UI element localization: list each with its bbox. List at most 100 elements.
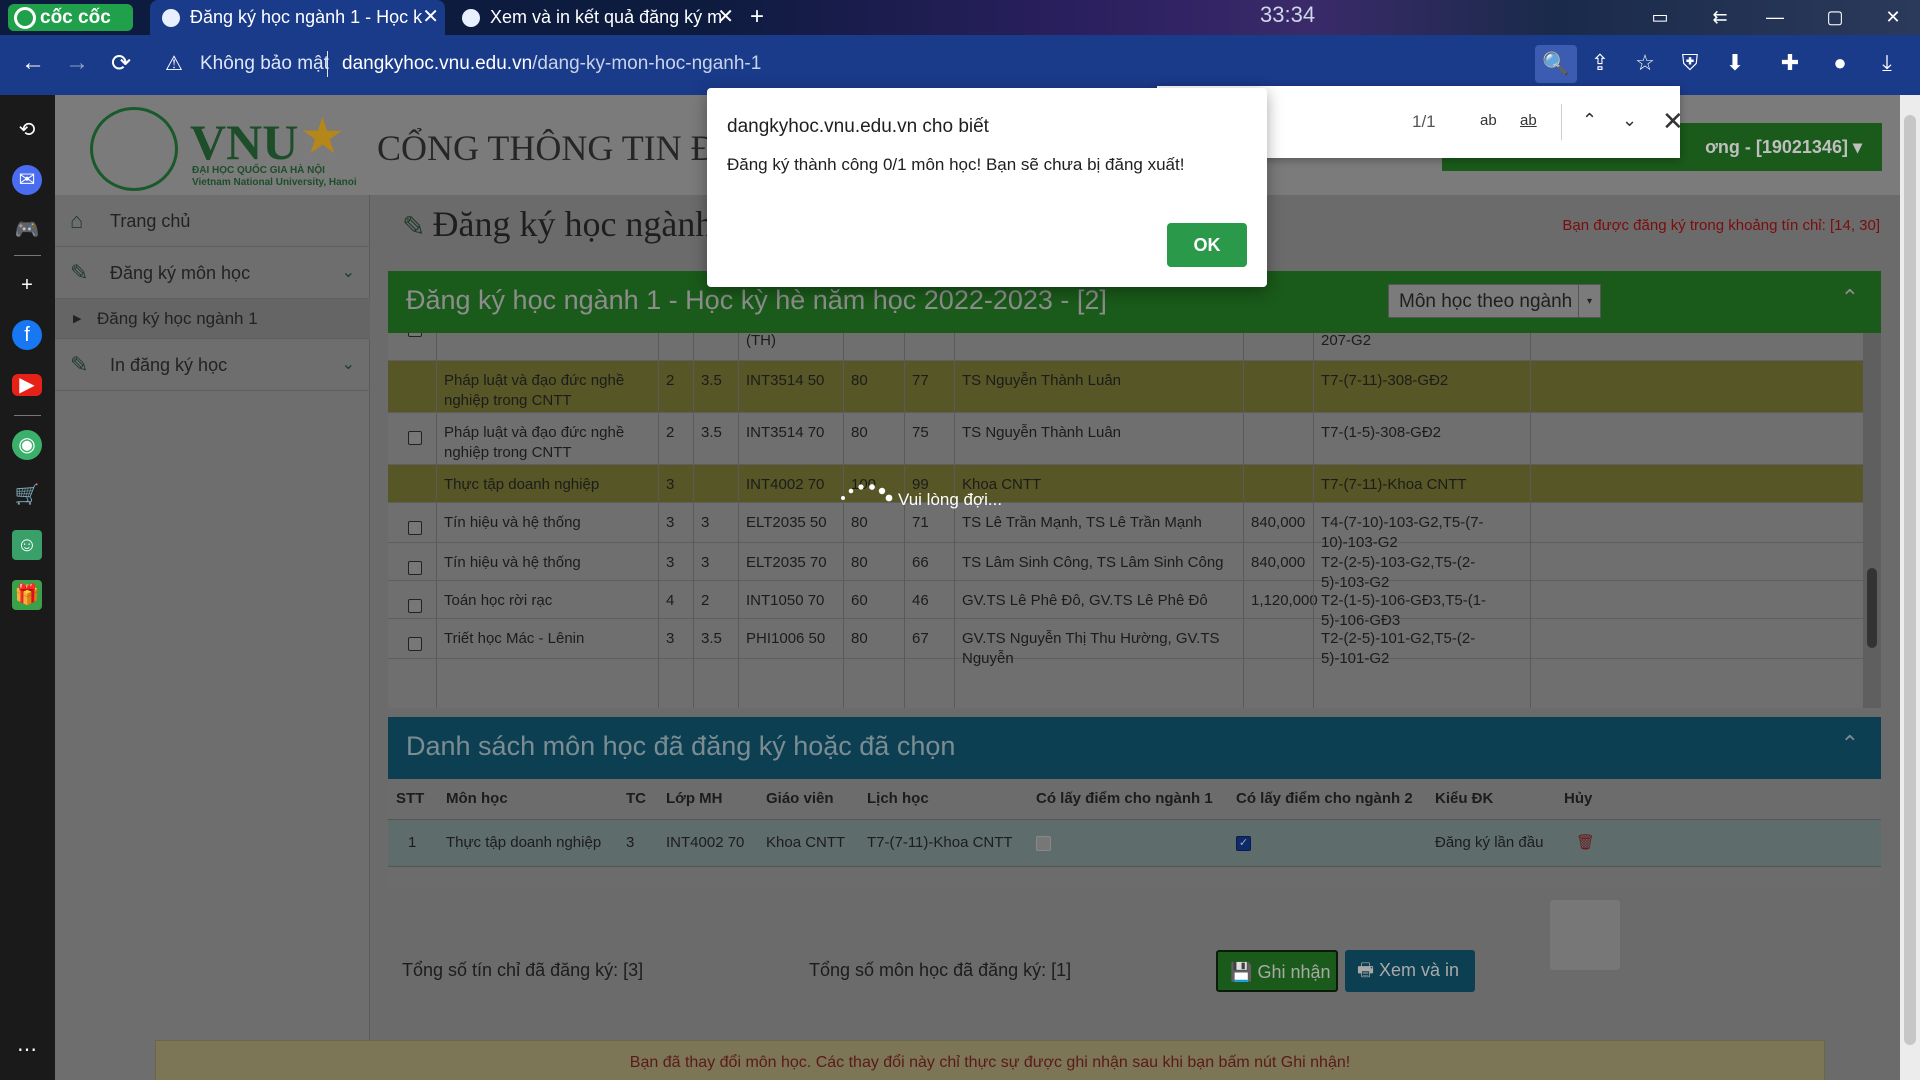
course-cell-teacher: TS Lâm Sinh Công, TS Lâm Sinh Công (962, 554, 1224, 571)
course-cell-max: 80 (851, 514, 868, 531)
collapse-icon[interactable]: ⌃ (1841, 285, 1859, 311)
registered-table: STT Môn học TC Lớp MH Giáo viên Lịch học… (388, 779, 1881, 889)
messenger-icon[interactable]: ✉ (12, 165, 42, 195)
whole-word-toggle[interactable]: ab (1520, 112, 1537, 129)
chevron-up-icon[interactable]: ⌃ (1582, 110, 1597, 131)
select-checkbox[interactable] (408, 599, 422, 613)
bookmark-star-icon[interactable]: ☆ (1630, 50, 1660, 76)
major1-checkbox[interactable] (1036, 836, 1051, 851)
chevron-down-icon[interactable]: ⌄ (1622, 110, 1637, 131)
course-row: Pháp luật và đạo đức nghề nghiệp trong C… (388, 413, 1863, 465)
warning-icon[interactable]: ⚠ (165, 51, 183, 76)
browser-sidebar: ⟲ ✉ 🎮 + f ▶ ◉ 🛒 ☺ 🎁 ⋯ (0, 95, 55, 1080)
download-box-icon[interactable]: ⬇ (1720, 50, 1750, 76)
facebook-icon[interactable]: f (12, 320, 42, 350)
course-cell-fee: 840,000 (1251, 514, 1306, 531)
globe-icon[interactable]: ◉ (12, 430, 42, 460)
major2-checkbox[interactable]: ✓ (1236, 836, 1251, 851)
menu-register[interactable]: ✎ Đăng ký môn học ⌄ (55, 247, 370, 299)
column-divider (904, 333, 905, 708)
course-cell-max (843, 333, 903, 341)
new-tab-button[interactable]: + (750, 0, 764, 33)
course-cell-h: 3 (701, 514, 710, 531)
menu-home[interactable]: ⌂ Trang chủ (55, 195, 370, 247)
back-button[interactable]: ← (18, 49, 48, 77)
page-scrollbar[interactable] (1900, 95, 1920, 1080)
shield-icon[interactable]: ⛨ (1675, 50, 1705, 76)
add-shortcut-icon[interactable]: + (12, 270, 42, 300)
select-checkbox[interactable] (408, 637, 422, 651)
scrollbar-thumb[interactable] (1904, 115, 1916, 1045)
youtube-icon[interactable]: ▶ (12, 374, 42, 396)
close-window-button[interactable]: ✕ (1873, 0, 1913, 35)
select-checkbox[interactable] (408, 561, 422, 575)
close-tab-icon[interactable]: ✕ (422, 0, 439, 35)
course-cell-h: 3.5 (701, 372, 722, 389)
menu-register-major1[interactable]: ▶ Đăng ký học ngành 1 (55, 299, 370, 339)
spinner-icon (841, 484, 893, 502)
registered-panel-header: Danh sách môn học đã đăng ký hoặc đã chọ… (388, 717, 1881, 779)
extensions-icon[interactable]: ✚ (1775, 50, 1805, 76)
col-teacher: Giáo viên (766, 790, 834, 807)
close-icon[interactable]: ✕ (1662, 106, 1684, 137)
course-cell-name: Thực tập doanh nghiệp (444, 476, 600, 493)
course-cell-h: 2 (701, 592, 710, 609)
wallpaper-clock: 33:34 (1260, 2, 1316, 27)
reload-button[interactable]: ⟳ (106, 49, 136, 78)
scrollbar-thumb[interactable] (1867, 568, 1877, 648)
select-checkbox[interactable] (408, 521, 422, 535)
cell-stt: 1 (408, 834, 417, 851)
close-tab-icon[interactable]: ✕ (717, 0, 734, 35)
history-icon[interactable]: ⟲ (12, 115, 42, 145)
page-title: ✎ Đăng ký học ngành (402, 204, 714, 244)
not-secure-label[interactable]: Không bảo mật (200, 53, 329, 75)
course-cell-schedule: T7-(1-5)-308-GĐ2 (1321, 424, 1442, 441)
screenshot-icon[interactable]: ▭ (1640, 0, 1680, 35)
home-icon: ⌂ (70, 208, 84, 233)
menu-print[interactable]: ✎ In đăng ký học ⌄ (55, 339, 370, 391)
tab-register[interactable]: Đăng ký học ngành 1 - Học k ✕ (150, 0, 445, 35)
find-in-page-icon[interactable]: 🔍 (1535, 45, 1577, 83)
select-checkbox[interactable] (408, 333, 422, 337)
maximize-button[interactable]: ▢ (1815, 0, 1855, 35)
course-cell-max: 80 (851, 424, 868, 441)
course-cell-tc: 3 (666, 554, 675, 571)
shop-icon[interactable]: 🛒 (12, 480, 42, 510)
url-field[interactable]: dangkyhoc.vnu.edu.vn/dang-ky-mon-hoc-nga… (342, 53, 761, 75)
course-cell-name: Toán học rời rạc (444, 592, 553, 609)
game-icon[interactable]: 🎮 (12, 215, 42, 245)
match-case-toggle[interactable]: ab (1480, 112, 1497, 129)
course-cell-code: INT4002 70 (746, 476, 825, 493)
course-cell-h (693, 465, 739, 485)
course-cell-h: 3 (701, 554, 710, 571)
main-content: ✎ Đăng ký học ngành Bạn được đăng ký tro… (370, 195, 1920, 1080)
select-checkbox[interactable] (408, 431, 422, 445)
total-credits: Tổng số tín chỉ đã đăng ký: [3] (402, 960, 644, 980)
coccoc-menu-button[interactable]: cốc cốc (8, 4, 133, 31)
course-cell-code: INT3514 70 (746, 424, 825, 441)
gift-icon[interactable]: 🎁 (12, 580, 42, 610)
forward-button[interactable]: → (62, 49, 92, 77)
print-button[interactable]: 🖶 Xem và in (1345, 950, 1475, 992)
tab-print[interactable]: Xem và in kết quả đăng ký m ✕ (450, 0, 740, 35)
table-scrollbar[interactable] (1863, 333, 1881, 708)
profile-icon[interactable]: ● (1825, 50, 1855, 76)
save-button[interactable]: 💾 Ghi nhận (1216, 950, 1338, 992)
more-icon[interactable]: ⋯ (12, 1035, 42, 1065)
minimize-button[interactable]: — (1755, 0, 1795, 35)
recaptcha-badge[interactable] (1550, 900, 1620, 970)
course-row: Tín hiệu và hệ thống 3 3 ELT2035 70 80 66 TS L… (388, 543, 1863, 591)
filter-select[interactable]: Môn học theo ngành ▾ (1388, 284, 1601, 318)
ok-button[interactable]: OK (1167, 223, 1247, 267)
back-list-icon[interactable]: ⇇ (1700, 0, 1740, 35)
share-icon[interactable]: ⇪ (1585, 50, 1615, 76)
mascot-icon[interactable]: ☺ (12, 530, 42, 560)
course-cell-teacher: GV.TS Lê Phê Đô, GV.TS Lê Phê Đô (962, 592, 1208, 609)
course-row: Triết học Mác - Lênin 3 3.5 PHI1006 50 80 67 G… (388, 619, 1863, 667)
course-cell-name: Triết học Mác - Lênin (444, 630, 585, 647)
downloads-icon[interactable]: ⤓ (1872, 50, 1902, 76)
cell-schedule: T7-(7-11)-Khoa CNTT (867, 834, 1013, 851)
course-cell-name: Pháp luật và đạo đức nghề nghiệp trong C… (444, 372, 625, 409)
collapse-icon[interactable]: ⌃ (1841, 731, 1859, 757)
trash-icon[interactable]: 🗑 (1568, 819, 1595, 867)
